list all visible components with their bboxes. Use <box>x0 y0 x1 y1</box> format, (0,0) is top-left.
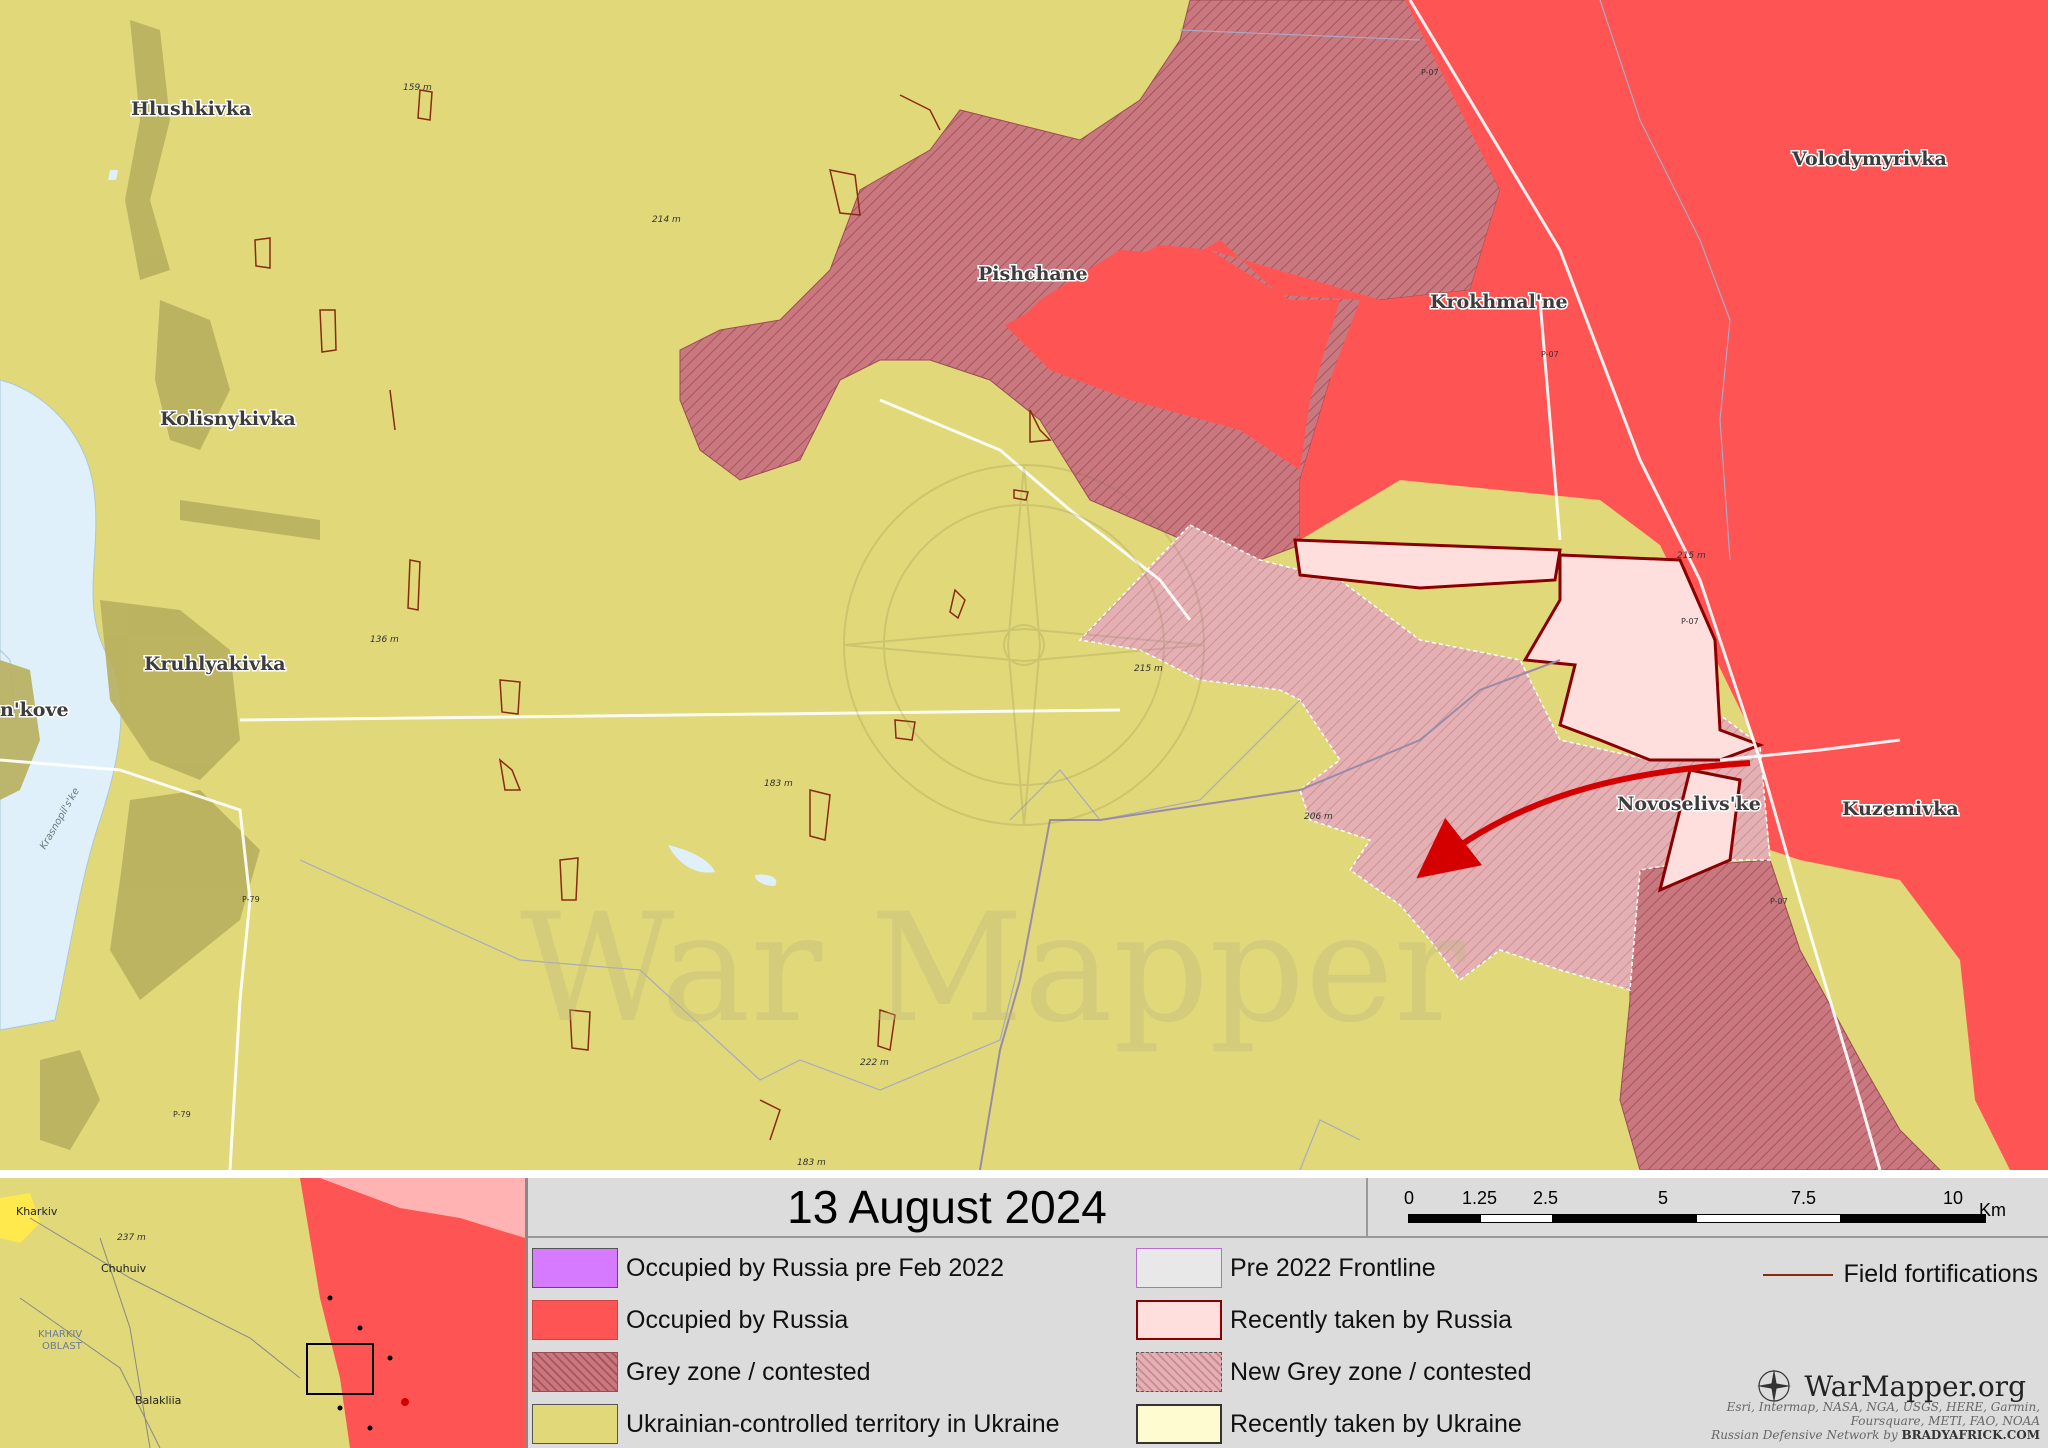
scale-tick: 1.25 <box>1462 1188 1498 1208</box>
elevation-label: 222 m <box>860 1058 889 1068</box>
legend-occupied: Occupied by Russia <box>532 1298 848 1342</box>
inset-region-line1: KHARKIV <box>38 1329 82 1340</box>
swatch-pre2022-frontline <box>1136 1248 1222 1288</box>
road-label: P-07 <box>1421 68 1439 77</box>
swatch-field-fortifications <box>1763 1273 1834 1276</box>
place-nkove: n'kove <box>0 699 69 721</box>
place-novoselivske: Novoselivs'ke <box>1617 793 1761 815</box>
legend-label: Pre 2022 Frontline <box>1230 1253 1436 1282</box>
legend-occupied-pre2022: Occupied by Russia pre Feb 2022 <box>532 1246 1004 1290</box>
elevation-label: 136 m <box>370 635 399 645</box>
elevation-label: 183 m <box>797 1158 826 1168</box>
inset-map[interactable]: Kharkiv Chuhuiv Balakliia KHARKIV OBLAST… <box>0 1178 528 1448</box>
legend-recent-russia: Recently taken by Russia <box>1136 1298 1512 1342</box>
place-kruhlyakivka: Kruhlyakivka <box>144 653 286 675</box>
place-volodymyrivka: Volodymyrivka <box>1791 148 1947 170</box>
inset-place-chuhuiv: Chuhuiv <box>101 1262 147 1275</box>
inset-place-kharkiv: Kharkiv <box>16 1205 58 1218</box>
legend-field-fortifications: Field fortifications <box>1763 1260 2038 1289</box>
elevation-label: 215 m <box>1677 551 1706 561</box>
inset-place-balakliia: Balakliia <box>135 1394 181 1407</box>
scale-bar: 0 1.25 2.5 5 7.5 10 Km <box>1368 1178 2048 1238</box>
scale-tick: 0 <box>1404 1188 1415 1208</box>
legend-label: Grey zone / contested <box>626 1357 871 1386</box>
elevation-label: 206 m <box>1304 812 1333 822</box>
bottom-panel: Kharkiv Chuhuiv Balakliia KHARKIV OBLAST… <box>0 1170 2048 1448</box>
credit-line: Esri, Intermap, NASA, NGA, USGS, HERE, G… <box>1726 1400 2040 1414</box>
elevation-label: 159 m <box>403 83 432 93</box>
road-label: P-07 <box>1681 617 1699 626</box>
legend-label: Occupied by Russia <box>626 1305 849 1334</box>
place-kuzemivka: Kuzemivka <box>1842 798 1959 820</box>
credit-line: Foursquare, METI, FAO, NOAA <box>1850 1414 2040 1428</box>
legend-pre2022-frontline: Pre 2022 Frontline <box>1136 1246 1436 1290</box>
inset-region-line2: OBLAST <box>42 1341 83 1352</box>
scale-tick: 5 <box>1658 1188 1669 1208</box>
credits: Esri, Intermap, NASA, NGA, USGS, HERE, G… <box>1440 1400 2040 1442</box>
legend-label: Recently taken by Russia <box>1230 1305 1513 1334</box>
map-date: 13 August 2024 <box>528 1178 1368 1238</box>
legend-label: Occupied by Russia pre Feb 2022 <box>626 1253 1004 1282</box>
main-map[interactable]: War Mapper Hlushkivka Kolisnykivka Kruhl… <box>0 0 2048 1170</box>
watermark-text: War Mapper <box>520 882 1466 1056</box>
elevation-label: 214 m <box>652 215 681 225</box>
road-label: P-07 <box>1770 897 1788 906</box>
place-pishchane: Pishchane <box>978 263 1088 285</box>
inset-elevation: 237 m <box>117 1233 146 1243</box>
swatch-ukraine <box>532 1404 618 1444</box>
swatch-occupied <box>532 1300 618 1340</box>
credit-network-label: Russian Defensive Network by <box>1711 1428 1902 1442</box>
brand-name[interactable]: WarMapper.org <box>1804 1370 2026 1403</box>
legend-label: New Grey zone / contested <box>1230 1357 1532 1386</box>
place-kolisnykivka: Kolisnykivka <box>160 408 296 430</box>
scale-tick: 7.5 <box>1791 1188 1817 1208</box>
swatch-recent-russia <box>1136 1300 1222 1340</box>
scale-tick: 10 <box>1943 1188 1964 1208</box>
legend-label: Field fortifications <box>1843 1260 2038 1288</box>
scale-tick: 2.5 <box>1533 1188 1559 1208</box>
place-krokhmalne: Krokhmal'ne <box>1430 291 1568 313</box>
elevation-label: 215 m <box>1134 664 1163 674</box>
credit-network-url[interactable]: BRADYAFRICK.COM <box>1902 1428 2041 1442</box>
legend-grey-zone: Grey zone / contested <box>532 1350 871 1394</box>
swatch-occupied-pre2022 <box>532 1248 618 1288</box>
swatch-new-grey-zone <box>1136 1352 1222 1392</box>
credit-network: Russian Defensive Network by BRADYAFRICK… <box>1440 1428 2040 1442</box>
road-label: P-07 <box>1541 350 1559 359</box>
road-label: P-79 <box>173 1110 191 1119</box>
swatch-grey-zone <box>532 1352 618 1392</box>
legend-new-grey-zone: New Grey zone / contested <box>1136 1350 1532 1394</box>
place-hlushkivka: Hlushkivka <box>131 98 251 120</box>
road-label: P-79 <box>242 895 260 904</box>
legend-ukraine: Ukrainian-controlled territory in Ukrain… <box>532 1402 1060 1446</box>
legend-panel: 13 August 2024 0 1.25 2.5 5 7.5 10 Km Oc… <box>528 1178 2048 1448</box>
elevation-label: 183 m <box>764 779 793 789</box>
swatch-recent-ukraine <box>1136 1404 1222 1444</box>
legend-label: Ukrainian-controlled territory in Ukrain… <box>626 1409 1060 1438</box>
